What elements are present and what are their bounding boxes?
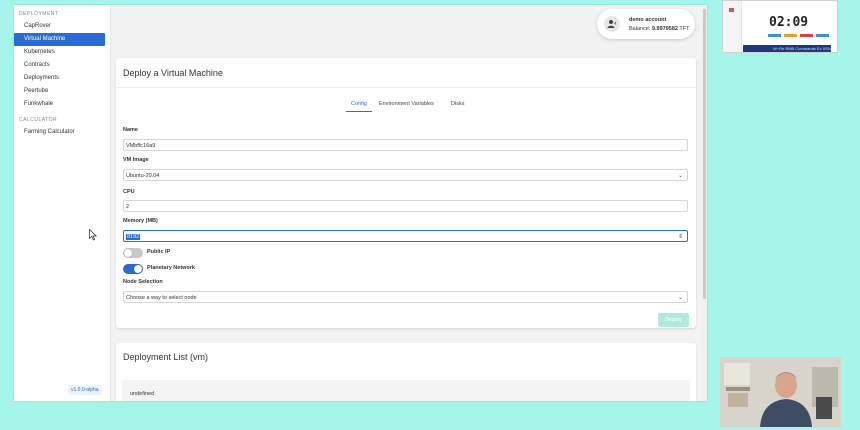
record-icon [729, 8, 734, 12]
deployment-list-card: Deployment List (vm) undefined [116, 343, 696, 401]
mouse-cursor-icon [89, 229, 97, 241]
version-badge: v1.0.0-alpha [68, 385, 102, 395]
page-scrollbar[interactable] [702, 5, 707, 401]
name-label: Name [123, 127, 138, 133]
sidebar-heading-calculator: CALCULATOR [19, 117, 58, 123]
sidebar-item-caprover[interactable]: CapRover [14, 20, 105, 33]
timer-sidebar [723, 1, 742, 52]
cpu-label: CPU [123, 189, 135, 195]
chevron-down-icon: ⌄ [677, 295, 683, 301]
account-name: demo account [629, 17, 667, 23]
planetary-network-label: Planetary Network [147, 265, 195, 271]
toggle-knob [134, 265, 142, 273]
vm-image-select[interactable]: Ubuntu-20.04 ⌄ [123, 169, 688, 181]
account-balance: Balance: 9.9979582 TFT [629, 26, 689, 32]
cpu-input[interactable]: 2 [123, 200, 688, 212]
balance-value: 9.9979582 [651, 26, 678, 32]
memory-input[interactable]: 8192 ⇕ [123, 230, 688, 242]
deployment-list-text: undefined [130, 391, 155, 397]
user-icon [604, 16, 620, 32]
timer-overlay: 02:09 W~Re RMB Commands Ec XEN [722, 0, 838, 53]
deploy-vm-card: Deploy a Virtual Machine Config Environm… [116, 58, 696, 328]
cpu-input-value: 2 [126, 204, 130, 210]
public-ip-toggle[interactable] [123, 248, 143, 258]
node-selection-select[interactable]: Choose a way to select node ⌄ [123, 291, 688, 303]
timer-bar-red [800, 34, 813, 37]
deployment-list-content: undefined [122, 380, 690, 401]
vm-image-value: Ubuntu-20.04 [126, 173, 160, 179]
main-content: demo account Balance: 9.9979582 TFT Depl… [111, 5, 707, 401]
browser-viewport: DEPLOYMENT CapRover Virtual Machine Kube… [14, 5, 707, 401]
deploy-button[interactable]: Deploy [658, 313, 689, 327]
vm-image-label: VM Image [123, 157, 149, 163]
timer-display: 02:09 [769, 15, 809, 30]
timer-bar-blue-2 [816, 34, 829, 37]
sidebar-heading-deployment: DEPLOYMENT [19, 11, 59, 17]
timer-bar-blue [768, 34, 781, 37]
timer-strip: W~Re RMB Commands Ec XEN [743, 45, 831, 52]
page-title: Deploy a Virtual Machine [123, 68, 223, 78]
timer-bar-orange [784, 34, 797, 37]
tab-config[interactable]: Config [346, 98, 372, 112]
account-badge[interactable]: demo account Balance: 9.9979582 TFT [597, 9, 695, 39]
tab-environment-variables[interactable]: Environment Variables [379, 98, 434, 111]
timer-color-bars [768, 34, 830, 37]
planetary-network-toggle[interactable] [123, 264, 143, 274]
toggle-knob [124, 249, 132, 257]
name-input[interactable]: VMbffc16a9 [123, 139, 688, 151]
node-selection-label: Node Selection [123, 279, 163, 285]
stepper-icon[interactable]: ⇕ [678, 231, 683, 243]
title-divider [116, 87, 696, 88]
sidebar-item-kubernetes[interactable]: Kubernetes [14, 46, 105, 59]
sidebar-item-contracts[interactable]: Contracts [14, 59, 105, 72]
memory-label: Memory (MB) [123, 218, 158, 224]
sidebar-item-peertube[interactable]: Peertube [14, 85, 105, 98]
sidebar-item-funkwhale[interactable]: Funkwhale [14, 98, 105, 111]
sidebar: DEPLOYMENT CapRover Virtual Machine Kube… [14, 5, 111, 401]
tab-disks[interactable]: Disks [451, 98, 464, 111]
sidebar-item-farming-calculator[interactable]: Farming Calculator [14, 126, 105, 139]
public-ip-label: Public IP [147, 249, 171, 255]
webcam-overlay [720, 357, 841, 427]
node-selection-value: Choose a way to select node [126, 295, 197, 301]
memory-input-value: 8192 [126, 234, 141, 240]
deployment-list-title: Deployment List (vm) [123, 352, 209, 362]
chevron-down-icon: ⌄ [677, 173, 683, 179]
name-input-value: VMbffc16a9 [126, 143, 156, 149]
sidebar-item-virtual-machine[interactable]: Virtual Machine [14, 33, 105, 46]
balance-unit: TFT [677, 26, 690, 32]
webcam-feed-image [720, 357, 841, 427]
sidebar-item-deployments[interactable]: Deployments [14, 72, 105, 85]
scrollbar-thumb[interactable] [703, 9, 706, 299]
balance-label: Balance: [629, 26, 652, 32]
form-tabs: Config Environment Variables Disks [116, 98, 696, 112]
